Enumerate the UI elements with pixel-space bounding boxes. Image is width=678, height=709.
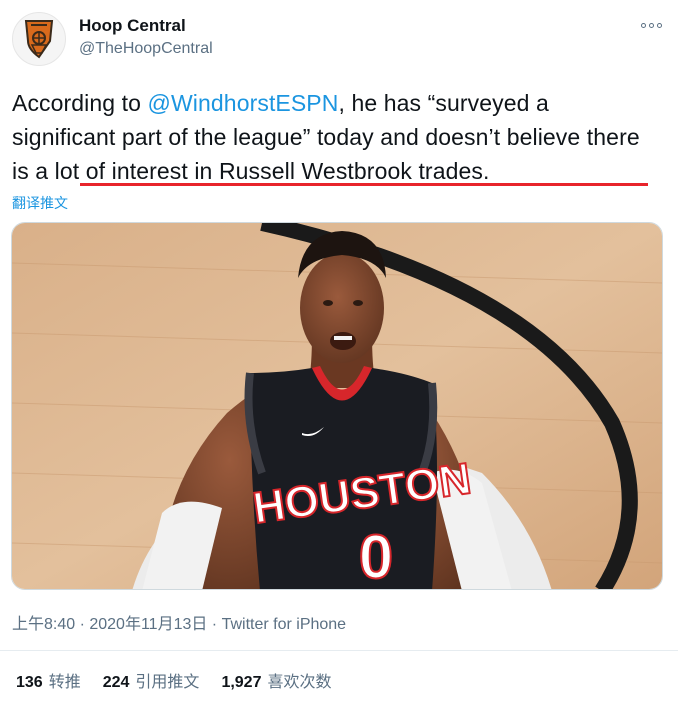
more-options-icon[interactable] [640,18,662,32]
jersey-number: 0 [359,523,393,590]
quotes-label: 引用推文 [135,674,200,691]
translate-link[interactable]: 翻译推文 [12,193,68,213]
hoop-central-logo-icon [24,20,54,59]
retweets-label: 转推 [48,674,81,691]
engagement-stats: 136 转推 224 引用推文 1,927 喜欢次数 [16,668,354,692]
divider [0,650,678,651]
tweet-text-before: According to [12,90,148,116]
account-handle[interactable]: @TheHoopCentral [79,40,213,58]
retweets-count: 136 [16,674,43,691]
account-name[interactable]: Hoop Central [79,16,186,36]
tweet-text: According to @WindhorstESPN, he has “sur… [12,86,652,188]
retweets-stat[interactable]: 136 转推 [16,668,81,692]
mention-link[interactable]: @WindhorstESPN [148,90,339,116]
quotes-stat[interactable]: 224 引用推文 [103,668,200,692]
highlight-underline [80,183,648,186]
likes-label: 喜欢次数 [267,674,332,691]
likes-stat[interactable]: 1,927 喜欢次数 [221,668,331,692]
quotes-count: 224 [102,674,130,691]
tweet-photo[interactable]: HOUSTON 0 [11,222,663,590]
tweet-timestamp[interactable]: 上午8:40 · 2020年11月13日 · Twitter for iPhon… [12,610,346,634]
likes-count: 1,927 [221,674,262,691]
avatar[interactable] [12,12,66,66]
